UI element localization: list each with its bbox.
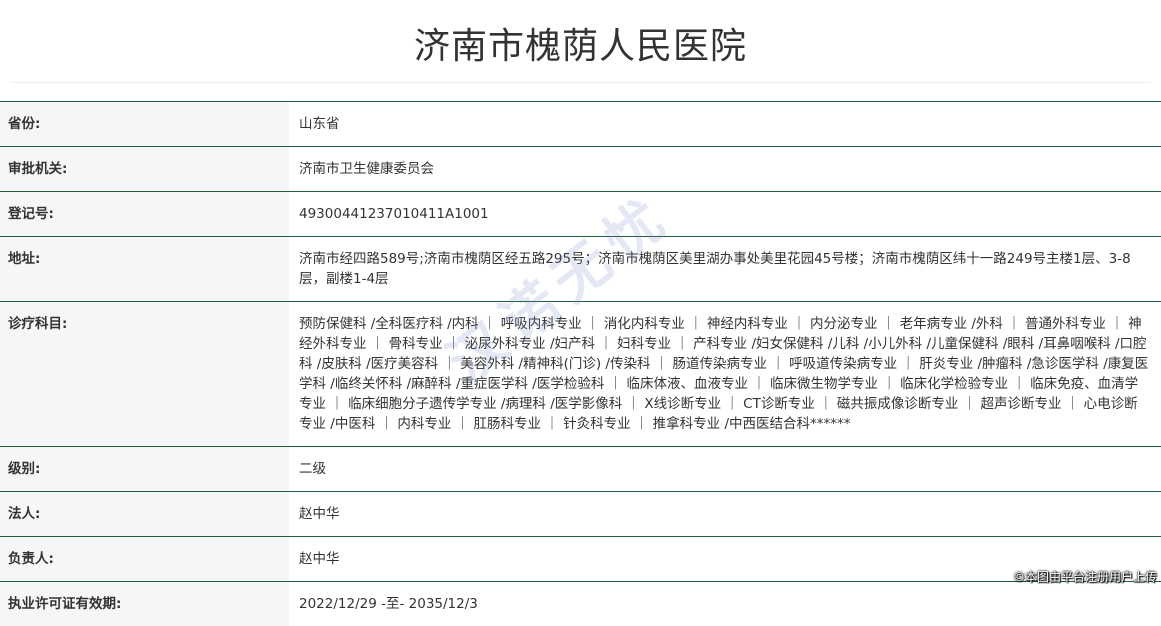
row-value: 济南市卫生健康委员会 — [299, 161, 434, 177]
row-label: 级别: — [0, 447, 289, 491]
info-table: 省份: 山东省 审批机关: 济南市卫生健康委员会 登记号: 4930044123… — [0, 101, 1161, 626]
row-value: 山东省 — [299, 116, 340, 132]
table-row-person-in-charge: 负责人: 赵中华 — [0, 536, 1161, 581]
copyright-notice: ©本图由平台注册用户上传 — [1012, 570, 1157, 584]
table-row-departments: 诊疗科目: 预防保健科 /全科医疗科 /内科 ｜ 呼吸内科专业 ｜ 消化内科专业… — [0, 301, 1161, 446]
table-row-level: 级别: 二级 — [0, 446, 1161, 491]
table-row-license-validity: 执业许可证有效期: 2022/12/29 -至- 2035/12/3 — [0, 581, 1161, 626]
row-label: 审批机关: — [0, 147, 289, 191]
row-label: 执业许可证有效期: — [0, 582, 289, 626]
row-label: 负责人: — [0, 537, 289, 581]
table-row-province: 省份: 山东省 — [0, 101, 1161, 146]
row-label: 省份: — [0, 102, 289, 146]
row-label: 法人: — [0, 492, 289, 536]
row-label: 地址: — [0, 237, 289, 301]
table-row-address: 地址: 济南市经四路589号;济南市槐荫区经五路295号；济南市槐荫区美里湖办事… — [0, 236, 1161, 301]
table-row-legal-person: 法人: 赵中华 — [0, 491, 1161, 536]
row-value: 预防保健科 /全科医疗科 /内科 ｜ 呼吸内科专业 ｜ 消化内科专业 ｜ 神经内… — [299, 316, 1149, 432]
row-value: 赵中华 — [299, 506, 340, 522]
row-value: 二级 — [299, 461, 326, 477]
row-label: 诊疗科目: — [0, 302, 289, 446]
table-row-approval-authority: 审批机关: 济南市卫生健康委员会 — [0, 146, 1161, 191]
row-value: 2022/12/29 -至- 2035/12/3 — [299, 596, 478, 612]
table-row-registration-number: 登记号: 49300441237010411A1001 — [0, 191, 1161, 236]
row-value: 49300441237010411A1001 — [299, 206, 489, 222]
page-title: 济南市槐荫人民医院 — [413, 26, 747, 67]
title-area: 济南市槐荫人民医院 — [10, 0, 1151, 83]
row-value: 济南市经四路589号;济南市槐荫区经五路295号；济南市槐荫区美里湖办事处美里花… — [299, 251, 1131, 287]
row-label: 登记号: — [0, 192, 289, 236]
